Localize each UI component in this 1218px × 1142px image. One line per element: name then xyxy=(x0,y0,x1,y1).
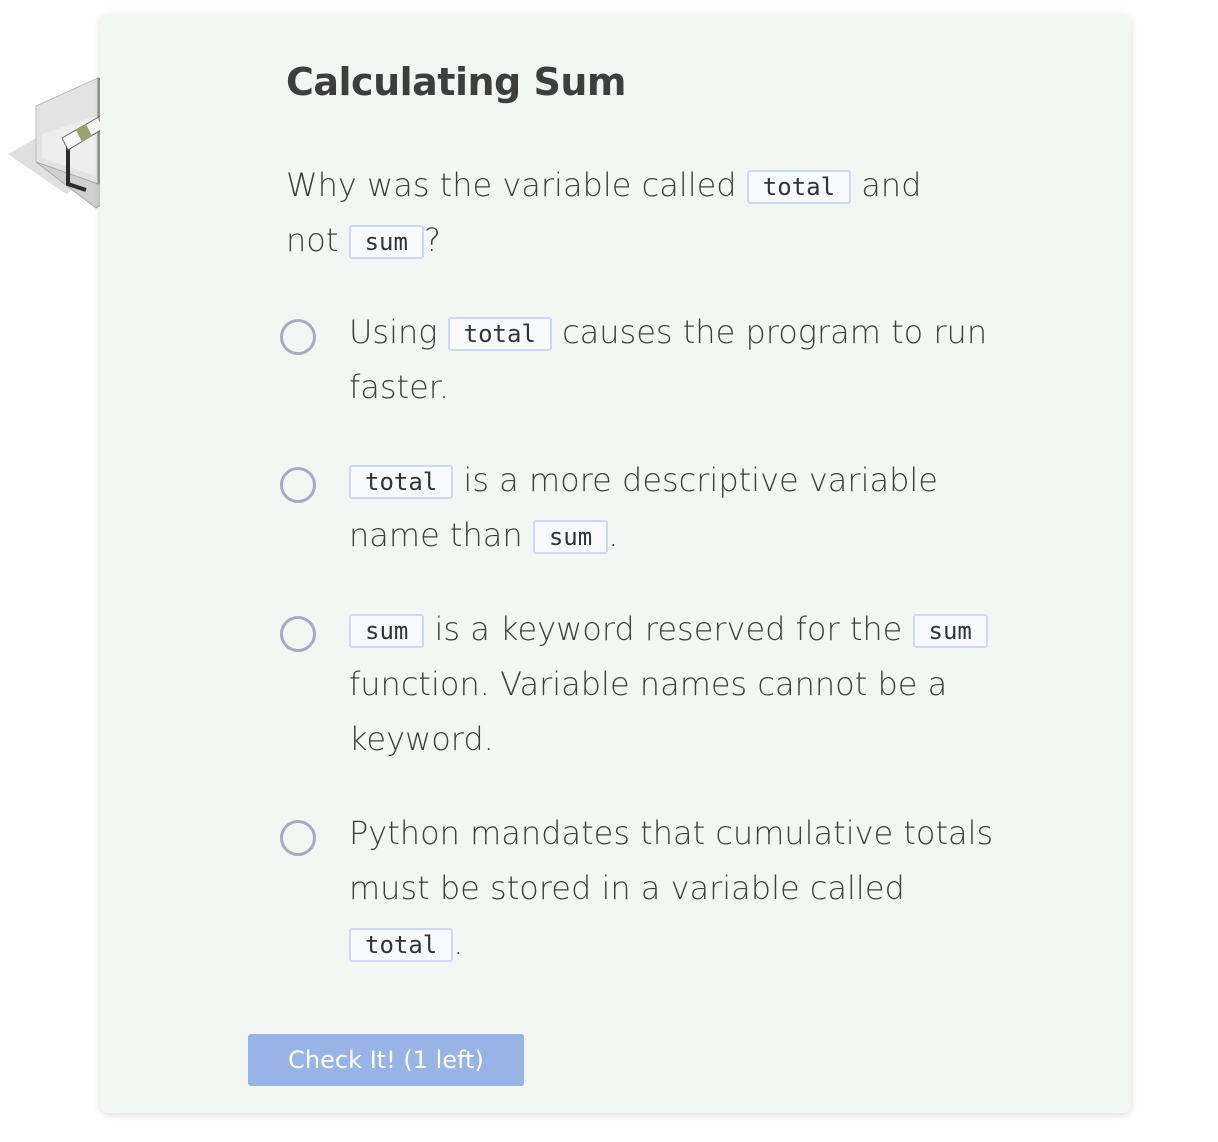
question-text: Why was the variable called total and no… xyxy=(286,166,922,259)
check-it-button[interactable]: Check It! (1 left) xyxy=(248,1034,524,1086)
radio-button[interactable] xyxy=(280,467,316,503)
inline-code-total: total xyxy=(447,317,552,351)
answer-option-label[interactable]: total is a more descriptive variable nam… xyxy=(349,453,1014,563)
inline-code-sum: sum xyxy=(532,520,609,554)
radio-button[interactable] xyxy=(280,820,316,856)
inline-code-total: total xyxy=(349,465,454,499)
radio-button[interactable] xyxy=(280,616,316,652)
inline-code-sum: sum xyxy=(349,614,425,648)
inline-code-sum: sum xyxy=(912,614,988,648)
answer-option-label[interactable]: Python mandates that cumulative totals m… xyxy=(349,806,1014,971)
answer-option-label[interactable]: sum is a keyword reserved for the sum fu… xyxy=(349,602,1014,767)
inline-code-total: total xyxy=(349,928,454,962)
radio-button[interactable] xyxy=(280,319,316,355)
inline-code-total: total xyxy=(746,170,852,204)
page-title: Calculating Sum xyxy=(286,60,627,104)
answer-option-label[interactable]: Using total causes the program to run fa… xyxy=(349,305,1014,415)
inline-code-sum: sum xyxy=(348,225,424,259)
